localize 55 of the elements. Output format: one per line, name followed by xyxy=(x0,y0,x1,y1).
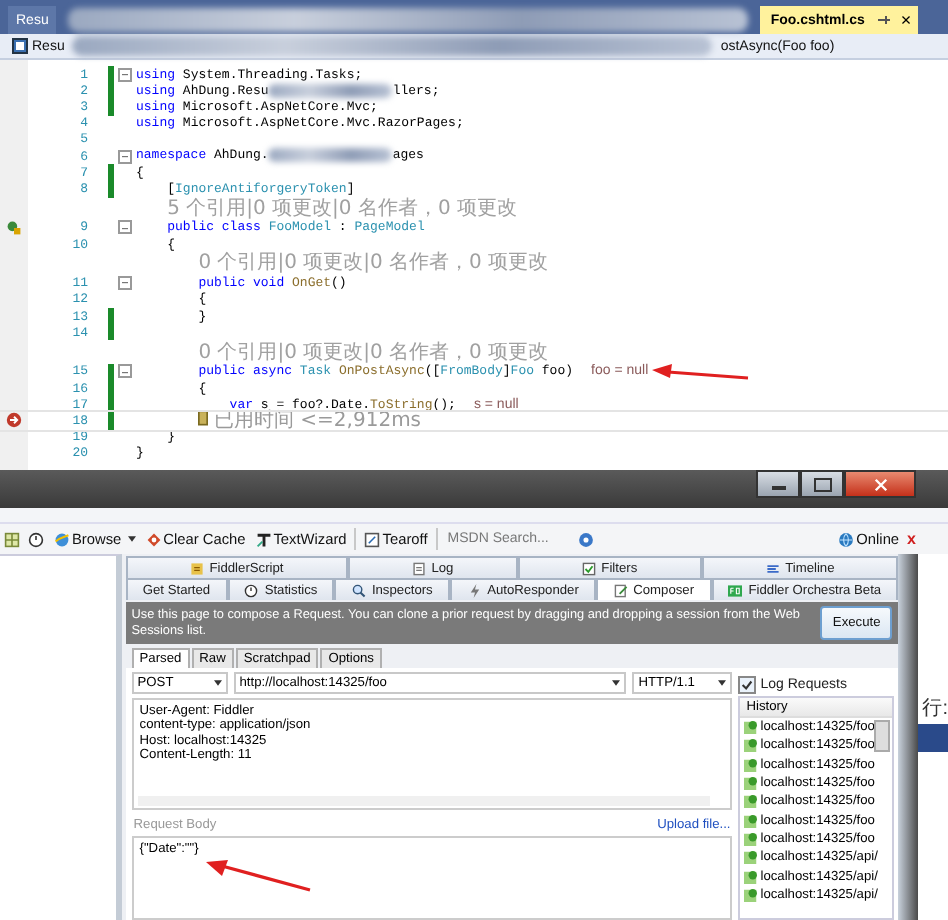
timer-icon xyxy=(244,583,259,597)
script-icon xyxy=(189,561,204,575)
request-icon xyxy=(744,720,759,735)
timer-icon[interactable] xyxy=(28,531,44,547)
arrow xyxy=(652,364,749,380)
checkbox[interactable] xyxy=(738,675,757,693)
quick-action-icon[interactable] xyxy=(6,219,22,236)
globe-icon xyxy=(54,531,70,547)
caret-icon xyxy=(612,680,621,686)
caret-icon xyxy=(213,680,222,686)
caret-icon xyxy=(718,680,727,686)
collapse-icon[interactable] xyxy=(118,67,132,82)
lightning-icon xyxy=(467,583,482,597)
window-icon xyxy=(364,531,381,547)
timeline-icon xyxy=(765,561,780,575)
vertical-scrollbar[interactable] xyxy=(874,720,891,752)
window-close-button[interactable] xyxy=(844,470,916,498)
request-icon xyxy=(744,794,759,809)
text-icon xyxy=(255,531,272,547)
blurred-text xyxy=(268,148,393,163)
request-icon xyxy=(744,757,759,772)
blurred-text xyxy=(268,83,393,98)
caret-icon[interactable] xyxy=(127,536,136,542)
request-icon xyxy=(744,738,759,753)
stopwatch-icon xyxy=(198,410,208,427)
close-button[interactable]: x xyxy=(907,530,916,548)
minimize-button[interactable] xyxy=(756,470,800,498)
help-icon[interactable] xyxy=(577,531,594,547)
document-icon xyxy=(411,561,426,575)
collapse-icon[interactable] xyxy=(118,220,132,235)
request-icon xyxy=(744,776,759,791)
globe-icon xyxy=(838,531,855,547)
collapse-icon[interactable] xyxy=(118,149,132,164)
request-icon xyxy=(744,813,759,828)
checkmark-icon xyxy=(740,677,755,691)
fo-icon xyxy=(728,583,743,597)
edit-icon xyxy=(613,583,628,597)
diamond-icon xyxy=(145,531,162,547)
project-icon xyxy=(12,38,28,54)
request-icon xyxy=(744,887,759,902)
row-highlight xyxy=(918,724,948,752)
collapse-icon[interactable] xyxy=(118,276,132,291)
horizontal-scrollbar[interactable] xyxy=(137,796,711,806)
maximize-button[interactable] xyxy=(800,470,844,498)
line-label: 行: xyxy=(920,696,948,722)
arrow xyxy=(206,860,311,892)
grid-icon[interactable] xyxy=(4,531,20,547)
checkbox-icon xyxy=(581,561,596,575)
request-icon xyxy=(744,831,759,846)
request-icon xyxy=(744,850,759,865)
close-icon xyxy=(873,477,887,491)
collapse-icon[interactable] xyxy=(118,364,132,379)
request-icon xyxy=(744,869,759,884)
close-button[interactable]: × xyxy=(894,6,918,34)
magnifier-icon xyxy=(351,583,366,597)
